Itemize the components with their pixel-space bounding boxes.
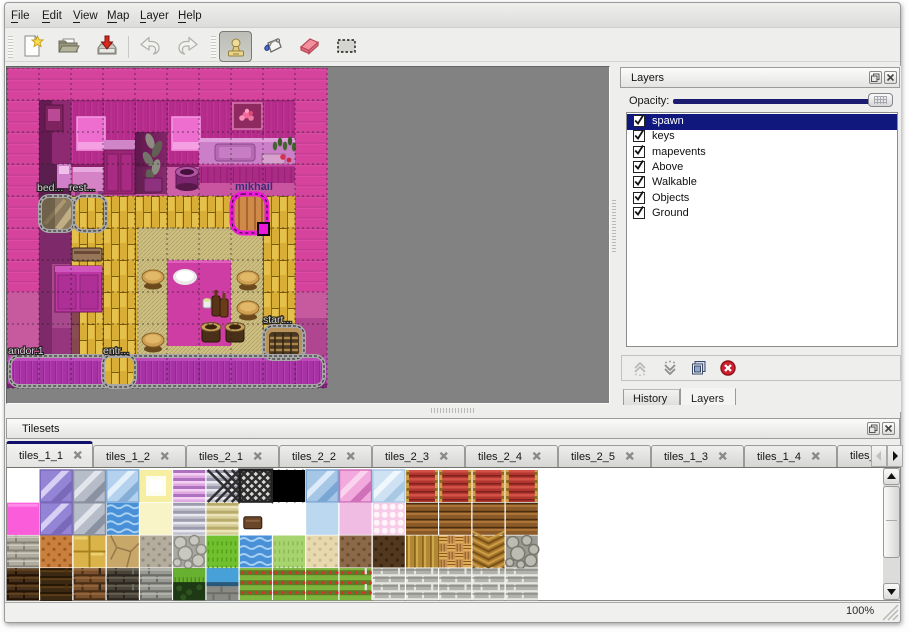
svg-text:start...: start...: [263, 314, 292, 326]
svg-text:rest...: rest...: [69, 182, 95, 194]
svg-text:bed...: bed...: [37, 182, 63, 194]
svg-text:andor:1: andor:1: [8, 345, 44, 357]
svg-text:mikhail: mikhail: [235, 181, 273, 193]
svg-text:entr...: entr...: [103, 345, 129, 357]
